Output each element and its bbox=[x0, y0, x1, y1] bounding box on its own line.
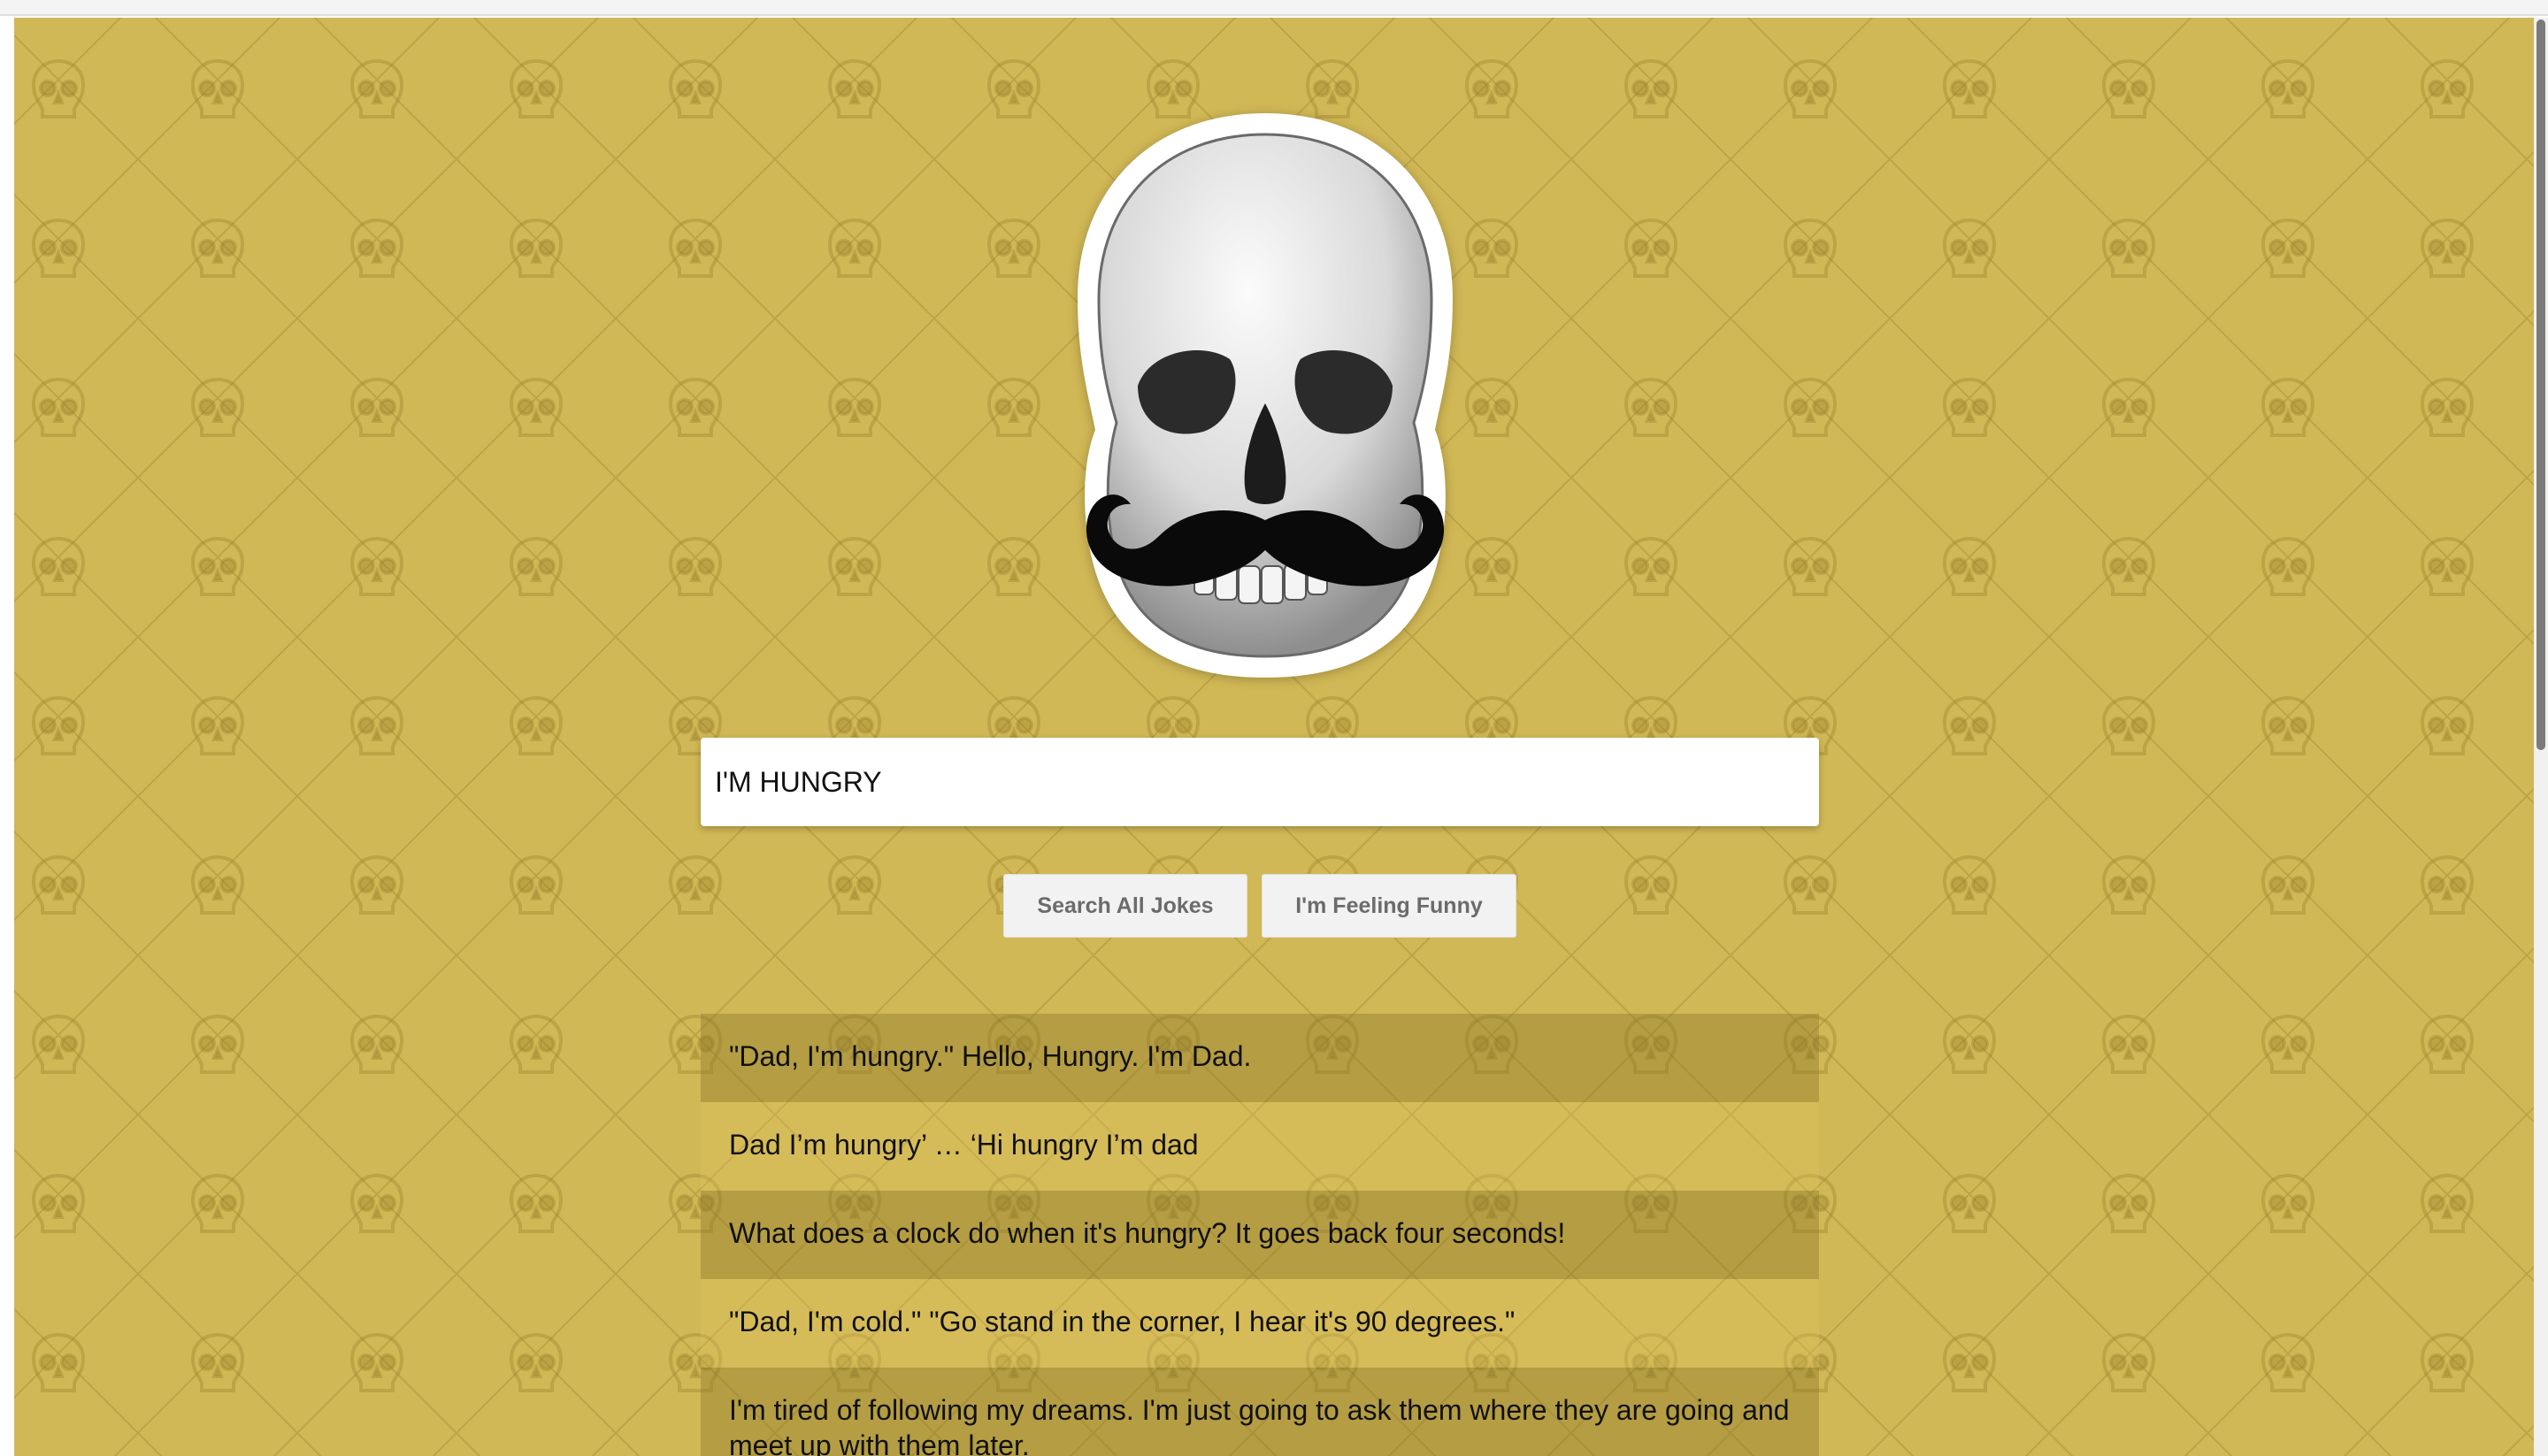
list-item[interactable]: Dad I’m hungry’ … ‘Hi hungry I’m dad bbox=[701, 1102, 1819, 1191]
list-item[interactable]: "Dad, I'm cold." "Go stand in the corner… bbox=[701, 1279, 1819, 1368]
scrollbar-thumb[interactable] bbox=[2536, 19, 2545, 750]
feeling-funny-button[interactable]: I'm Feeling Funny bbox=[1262, 874, 1516, 938]
list-item[interactable]: "Dad, I'm hungry." Hello, Hungry. I'm Da… bbox=[701, 1014, 1819, 1102]
search-input[interactable] bbox=[701, 738, 1819, 826]
list-item[interactable]: What does a clock do when it's hungry? I… bbox=[701, 1191, 1819, 1279]
list-item[interactable]: I'm tired of following my dreams. I'm ju… bbox=[701, 1368, 1819, 1456]
search-all-jokes-button[interactable]: Search All Jokes bbox=[1003, 874, 1247, 938]
results-list: "Dad, I'm hungry." Hello, Hungry. I'm Da… bbox=[701, 1014, 1819, 1456]
browser-top-edge bbox=[0, 0, 2548, 16]
skull-with-mustache-icon bbox=[1053, 94, 1477, 695]
